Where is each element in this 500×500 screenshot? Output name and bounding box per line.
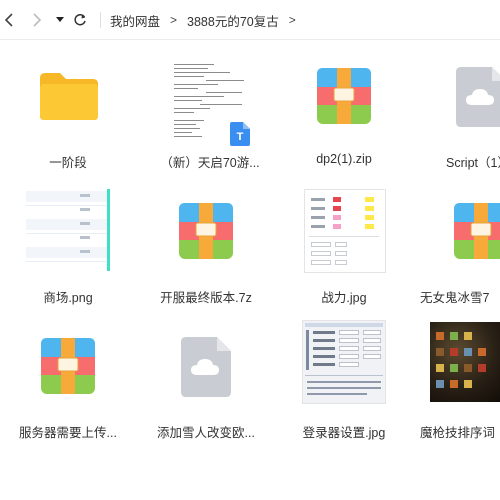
file-name: 添加雪人改变欧... — [157, 426, 255, 440]
file-thumbnail — [280, 50, 408, 150]
file-name: 服务器需要上传... — [19, 426, 117, 440]
file-tile-cloud[interactable]: 添加雪人改变欧... — [142, 320, 270, 448]
breadcrumb: 我的网盘 > 3888元的70复古 > — [110, 11, 306, 29]
file-thumbnail — [280, 185, 408, 285]
file-thumbnail — [4, 320, 132, 420]
breadcrumb-separator: > — [288, 13, 296, 27]
file-thumbnail — [414, 320, 500, 420]
file-tile-jpg[interactable]: 登录器设置.jpg — [280, 320, 408, 448]
caret-down-icon — [56, 17, 64, 22]
svg-text:T: T — [237, 131, 244, 143]
cloud-file-icon — [456, 67, 500, 127]
file-name: 商场.png — [43, 291, 93, 305]
chevron-right-icon — [33, 13, 42, 27]
breadcrumb-item-current[interactable]: 3888元的70复古 — [187, 11, 279, 30]
archive-icon — [179, 203, 233, 259]
archive-icon — [41, 338, 95, 394]
cloud-file-icon — [181, 337, 231, 397]
breadcrumb-separator: > — [170, 13, 178, 27]
refresh-icon — [74, 13, 86, 26]
chevron-left-icon — [4, 13, 13, 27]
file-tile-archive[interactable]: 服务器需要上传... — [4, 320, 132, 448]
file-name: 魔枪技排序词 — [420, 426, 496, 440]
file-name: dp2(1).zip — [316, 152, 372, 166]
text-document-badge-icon: T — [230, 122, 250, 146]
file-name: 登录器设置.jpg — [302, 426, 386, 440]
file-thumbnail — [4, 50, 132, 150]
archive-icon — [317, 68, 371, 124]
settings-image-preview — [302, 320, 386, 404]
file-thumbnail — [414, 185, 500, 285]
toolbar-divider — [100, 12, 101, 28]
file-grid: 一阶段 T （新）天启70游... dp2(1).zip Script（1 商场… — [0, 40, 500, 500]
file-tile-document[interactable]: T （新）天启70游... — [146, 50, 274, 178]
file-thumbnail: T — [146, 50, 274, 150]
file-name: 无女鬼冰雪7 — [420, 291, 490, 305]
file-tile-archive[interactable]: 无女鬼冰雪7 — [414, 185, 500, 313]
forward-button[interactable] — [30, 10, 44, 30]
archive-icon — [454, 203, 500, 259]
file-thumbnail — [142, 320, 270, 420]
file-tile-folder[interactable]: 一阶段 — [4, 50, 132, 178]
file-name: Script（1） — [446, 156, 500, 170]
file-thumbnail — [142, 185, 270, 285]
breadcrumb-item-root[interactable]: 我的网盘 — [110, 11, 160, 30]
back-button[interactable] — [2, 10, 16, 30]
file-name: 战力.jpg — [321, 291, 367, 305]
file-tile-archive[interactable]: dp2(1).zip — [280, 50, 408, 178]
table-image-preview — [26, 189, 110, 272]
refresh-button[interactable] — [72, 10, 88, 30]
file-tile-cloud[interactable]: Script（1） — [414, 50, 500, 178]
file-tile-jpg[interactable]: 战力.jpg — [280, 185, 408, 313]
navigation-toolbar: 我的网盘 > 3888元的70复古 > — [0, 0, 500, 40]
folder-icon — [40, 73, 98, 120]
file-thumbnail — [280, 320, 408, 420]
file-tile-archive[interactable]: 开服最终版本.7z — [142, 185, 270, 313]
file-name: 开服最终版本.7z — [160, 291, 252, 305]
form-image-preview — [304, 189, 386, 273]
file-tile-png[interactable]: 商场.png — [4, 185, 132, 313]
file-thumbnail — [4, 185, 132, 285]
file-thumbnail — [414, 50, 500, 150]
file-name: （新）天启70游... — [160, 156, 260, 170]
game-image-preview — [430, 322, 500, 402]
file-name: 一阶段 — [49, 156, 87, 170]
file-tile-jpg[interactable]: 魔枪技排序词 — [414, 320, 500, 448]
history-dropdown-button[interactable] — [54, 10, 66, 30]
